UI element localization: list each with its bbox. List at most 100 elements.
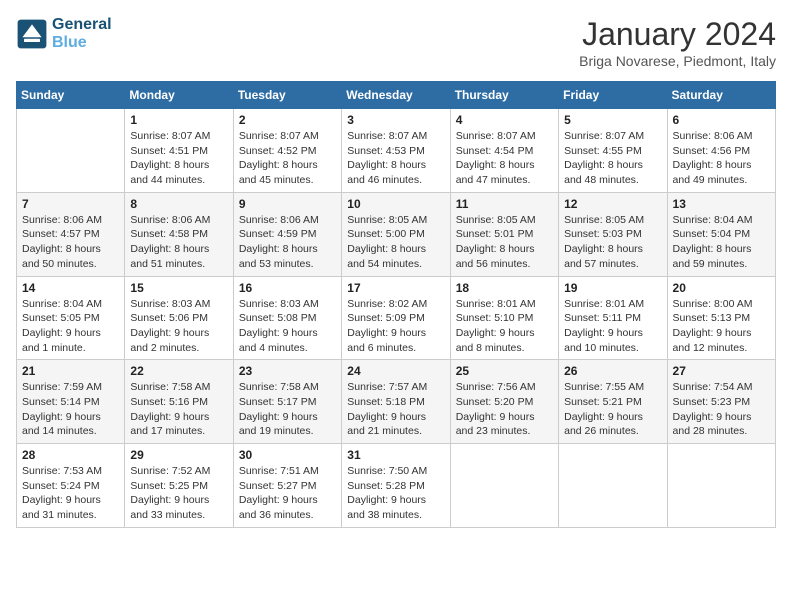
day-number: 19 bbox=[564, 281, 661, 295]
day-number: 25 bbox=[456, 364, 553, 378]
logo-text: General Blue bbox=[52, 16, 112, 52]
day-info: Sunrise: 8:04 AMSunset: 5:04 PMDaylight:… bbox=[673, 213, 770, 272]
day-info: Sunrise: 7:59 AMSunset: 5:14 PMDaylight:… bbox=[22, 380, 119, 439]
title-block: January 2024 Briga Novarese, Piedmont, I… bbox=[579, 16, 776, 69]
day-info: Sunrise: 7:58 AMSunset: 5:17 PMDaylight:… bbox=[239, 380, 336, 439]
day-info: Sunrise: 7:51 AMSunset: 5:27 PMDaylight:… bbox=[239, 464, 336, 523]
calendar-cell: 1 Sunrise: 8:07 AMSunset: 4:51 PMDaylight… bbox=[125, 109, 233, 193]
calendar-cell bbox=[17, 109, 125, 193]
calendar-cell: 26 Sunrise: 7:55 AMSunset: 5:21 PMDayligh… bbox=[559, 360, 667, 444]
weekday-header: Saturday bbox=[667, 82, 775, 109]
day-number: 24 bbox=[347, 364, 444, 378]
day-number: 12 bbox=[564, 197, 661, 211]
calendar-cell: 17 Sunrise: 8:02 AMSunset: 5:09 PMDayligh… bbox=[342, 276, 450, 360]
day-number: 2 bbox=[239, 113, 336, 127]
day-info: Sunrise: 8:07 AMSunset: 4:51 PMDaylight:… bbox=[130, 129, 227, 188]
day-info: Sunrise: 8:00 AMSunset: 5:13 PMDaylight:… bbox=[673, 297, 770, 356]
weekday-header-row: SundayMondayTuesdayWednesdayThursdayFrid… bbox=[17, 82, 776, 109]
day-number: 29 bbox=[130, 448, 227, 462]
day-number: 21 bbox=[22, 364, 119, 378]
day-info: Sunrise: 8:07 AMSunset: 4:52 PMDaylight:… bbox=[239, 129, 336, 188]
weekday-header: Friday bbox=[559, 82, 667, 109]
calendar-cell: 2 Sunrise: 8:07 AMSunset: 4:52 PMDaylight… bbox=[233, 109, 341, 193]
day-number: 14 bbox=[22, 281, 119, 295]
day-number: 30 bbox=[239, 448, 336, 462]
calendar-week-row: 28 Sunrise: 7:53 AMSunset: 5:24 PMDayligh… bbox=[17, 444, 776, 528]
calendar-cell: 28 Sunrise: 7:53 AMSunset: 5:24 PMDayligh… bbox=[17, 444, 125, 528]
calendar-table: SundayMondayTuesdayWednesdayThursdayFrid… bbox=[16, 81, 776, 528]
location: Briga Novarese, Piedmont, Italy bbox=[579, 53, 776, 69]
day-info: Sunrise: 7:56 AMSunset: 5:20 PMDaylight:… bbox=[456, 380, 553, 439]
calendar-cell: 3 Sunrise: 8:07 AMSunset: 4:53 PMDaylight… bbox=[342, 109, 450, 193]
day-number: 9 bbox=[239, 197, 336, 211]
calendar-cell: 30 Sunrise: 7:51 AMSunset: 5:27 PMDayligh… bbox=[233, 444, 341, 528]
day-number: 7 bbox=[22, 197, 119, 211]
day-number: 28 bbox=[22, 448, 119, 462]
calendar-cell: 6 Sunrise: 8:06 AMSunset: 4:56 PMDaylight… bbox=[667, 109, 775, 193]
calendar-cell: 23Sunrise: 7:58 AMSunset: 5:17 PMDayligh… bbox=[233, 360, 341, 444]
day-info: Sunrise: 7:53 AMSunset: 5:24 PMDaylight:… bbox=[22, 464, 119, 523]
weekday-header: Wednesday bbox=[342, 82, 450, 109]
day-info: Sunrise: 7:58 AMSunset: 5:16 PMDaylight:… bbox=[130, 380, 227, 439]
day-info: Sunrise: 8:06 AMSunset: 4:56 PMDaylight:… bbox=[673, 129, 770, 188]
day-info: Sunrise: 8:06 AMSunset: 4:59 PMDaylight:… bbox=[239, 213, 336, 272]
calendar-week-row: 7 Sunrise: 8:06 AMSunset: 4:57 PMDaylight… bbox=[17, 192, 776, 276]
calendar-cell: 29 Sunrise: 7:52 AMSunset: 5:25 PMDayligh… bbox=[125, 444, 233, 528]
day-number: 4 bbox=[456, 113, 553, 127]
day-info: Sunrise: 8:01 AMSunset: 5:11 PMDaylight:… bbox=[564, 297, 661, 356]
calendar-cell: 7 Sunrise: 8:06 AMSunset: 4:57 PMDaylight… bbox=[17, 192, 125, 276]
day-number: 1 bbox=[130, 113, 227, 127]
day-number: 22 bbox=[130, 364, 227, 378]
calendar-cell: 4 Sunrise: 8:07 AMSunset: 4:54 PMDaylight… bbox=[450, 109, 558, 193]
day-info: Sunrise: 7:55 AMSunset: 5:21 PMDaylight:… bbox=[564, 380, 661, 439]
weekday-header: Thursday bbox=[450, 82, 558, 109]
day-number: 17 bbox=[347, 281, 444, 295]
day-number: 31 bbox=[347, 448, 444, 462]
day-info: Sunrise: 8:06 AMSunset: 4:57 PMDaylight:… bbox=[22, 213, 119, 272]
calendar-cell: 15 Sunrise: 8:03 AMSunset: 5:06 PMDayligh… bbox=[125, 276, 233, 360]
day-number: 20 bbox=[673, 281, 770, 295]
calendar-cell bbox=[667, 444, 775, 528]
calendar-cell: 21 Sunrise: 7:59 AMSunset: 5:14 PMDayligh… bbox=[17, 360, 125, 444]
day-info: Sunrise: 8:02 AMSunset: 5:09 PMDaylight:… bbox=[347, 297, 444, 356]
page-header: General Blue January 2024 Briga Novarese… bbox=[16, 16, 776, 69]
day-info: Sunrise: 8:05 AMSunset: 5:03 PMDaylight:… bbox=[564, 213, 661, 272]
day-info: Sunrise: 7:50 AMSunset: 5:28 PMDaylight:… bbox=[347, 464, 444, 523]
day-info: Sunrise: 7:57 AMSunset: 5:18 PMDaylight:… bbox=[347, 380, 444, 439]
calendar-cell: 20 Sunrise: 8:00 AMSunset: 5:13 PMDayligh… bbox=[667, 276, 775, 360]
day-info: Sunrise: 8:07 AMSunset: 4:54 PMDaylight:… bbox=[456, 129, 553, 188]
calendar-cell: 18Sunrise: 8:01 AMSunset: 5:10 PMDayligh… bbox=[450, 276, 558, 360]
calendar-week-row: 14 Sunrise: 8:04 AMSunset: 5:05 PMDayligh… bbox=[17, 276, 776, 360]
day-info: Sunrise: 7:52 AMSunset: 5:25 PMDaylight:… bbox=[130, 464, 227, 523]
logo: General Blue bbox=[16, 16, 112, 52]
calendar-cell: 5Sunrise: 8:07 AMSunset: 4:55 PMDaylight… bbox=[559, 109, 667, 193]
day-info: Sunrise: 8:03 AMSunset: 5:06 PMDaylight:… bbox=[130, 297, 227, 356]
day-number: 15 bbox=[130, 281, 227, 295]
calendar-cell bbox=[559, 444, 667, 528]
month-title: January 2024 bbox=[579, 16, 776, 53]
calendar-cell: 19 Sunrise: 8:01 AMSunset: 5:11 PMDayligh… bbox=[559, 276, 667, 360]
calendar-week-row: 1 Sunrise: 8:07 AMSunset: 4:51 PMDaylight… bbox=[17, 109, 776, 193]
day-number: 26 bbox=[564, 364, 661, 378]
day-info: Sunrise: 7:54 AMSunset: 5:23 PMDaylight:… bbox=[673, 380, 770, 439]
weekday-header: Sunday bbox=[17, 82, 125, 109]
day-info: Sunrise: 8:07 AMSunset: 4:53 PMDaylight:… bbox=[347, 129, 444, 188]
day-number: 18 bbox=[456, 281, 553, 295]
calendar-cell: 13 Sunrise: 8:04 AMSunset: 5:04 PMDayligh… bbox=[667, 192, 775, 276]
day-number: 3 bbox=[347, 113, 444, 127]
day-number: 13 bbox=[673, 197, 770, 211]
day-info: Sunrise: 8:03 AMSunset: 5:08 PMDaylight:… bbox=[239, 297, 336, 356]
day-info: Sunrise: 8:07 AMSunset: 4:55 PMDaylight:… bbox=[564, 129, 661, 188]
day-number: 8 bbox=[130, 197, 227, 211]
day-info: Sunrise: 8:04 AMSunset: 5:05 PMDaylight:… bbox=[22, 297, 119, 356]
day-number: 27 bbox=[673, 364, 770, 378]
calendar-cell: 12 Sunrise: 8:05 AMSunset: 5:03 PMDayligh… bbox=[559, 192, 667, 276]
calendar-cell: 11Sunrise: 8:05 AMSunset: 5:01 PMDayligh… bbox=[450, 192, 558, 276]
calendar-cell: 9 Sunrise: 8:06 AMSunset: 4:59 PMDaylight… bbox=[233, 192, 341, 276]
calendar-cell: 22 Sunrise: 7:58 AMSunset: 5:16 PMDayligh… bbox=[125, 360, 233, 444]
calendar-cell: 8Sunrise: 8:06 AMSunset: 4:58 PMDaylight… bbox=[125, 192, 233, 276]
weekday-header: Monday bbox=[125, 82, 233, 109]
calendar-cell bbox=[450, 444, 558, 528]
day-number: 16 bbox=[239, 281, 336, 295]
day-number: 6 bbox=[673, 113, 770, 127]
